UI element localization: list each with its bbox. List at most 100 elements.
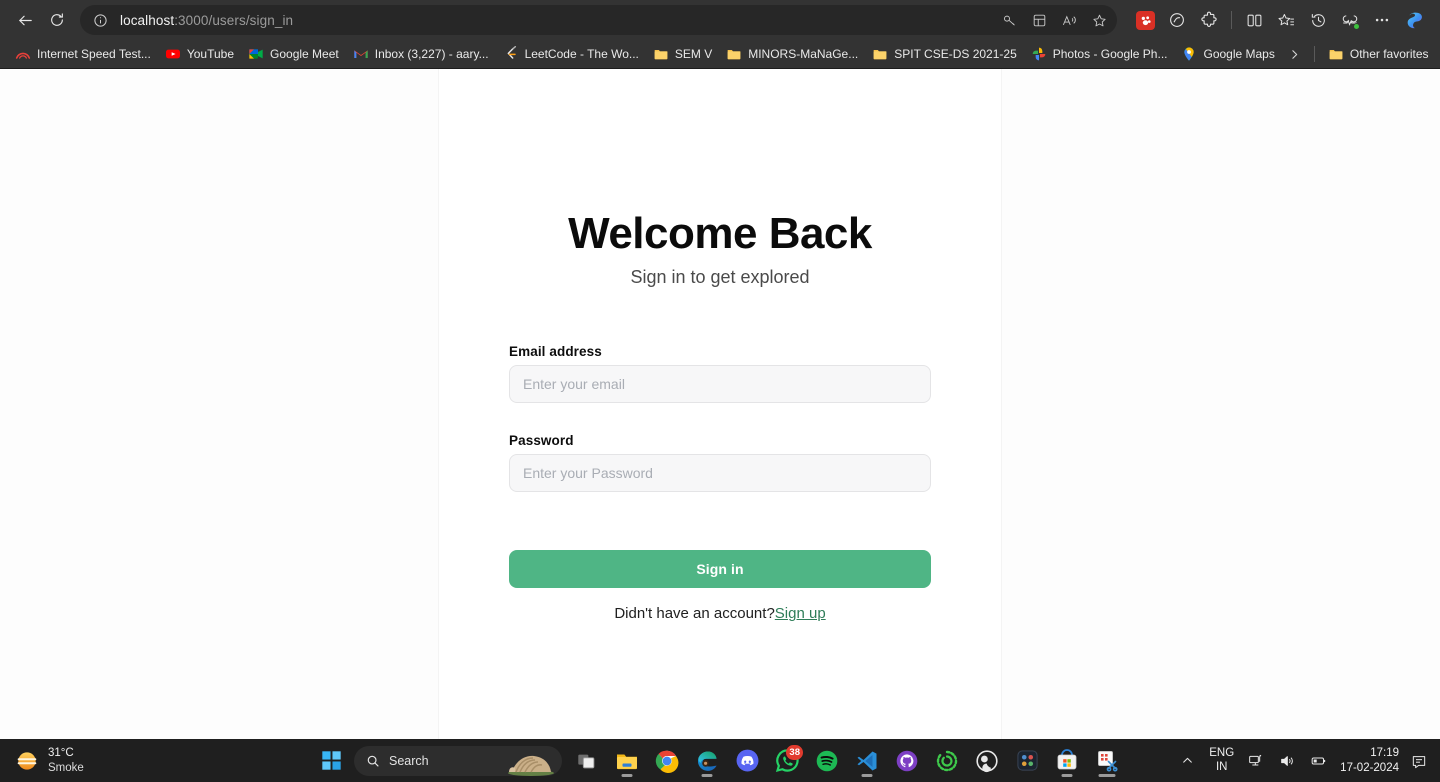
bookmark-youtube[interactable]: YouTube xyxy=(158,43,241,65)
signin-container: Welcome Back Sign in to get explored Ema… xyxy=(438,69,1002,739)
taskbar-app-icons: 38 xyxy=(570,744,1124,778)
history-icon[interactable] xyxy=(1304,6,1332,34)
browser-toolbar: localhost:3000/users/sign_in xyxy=(0,0,1440,40)
signup-prompt: Didn't have an account?Sign up xyxy=(509,605,931,622)
clock-time: 17:19 xyxy=(1370,747,1399,760)
region-code: IN xyxy=(1215,760,1228,773)
language-indicator[interactable]: ENG IN xyxy=(1207,747,1236,775)
volume-icon[interactable] xyxy=(1276,749,1298,773)
microsoft-edge-icon xyxy=(698,751,717,771)
network-icon[interactable] xyxy=(1245,749,1267,773)
running-indicator xyxy=(1061,773,1073,777)
show-hidden-icons-chevron[interactable] xyxy=(1176,749,1198,773)
search-placeholder: Search xyxy=(389,753,429,768)
leetcode-icon xyxy=(507,46,516,59)
clock[interactable]: 17:19 17-02-2024 xyxy=(1338,746,1399,775)
google-chrome-icon xyxy=(655,750,679,773)
weather-widget[interactable]: 31°C Smoke xyxy=(0,746,84,775)
snipping-tool-icon xyxy=(1098,750,1118,772)
battery-icon[interactable] xyxy=(1307,749,1329,773)
bookmark-spit-cse-ds[interactable]: SPIT CSE-DS 2021-25 xyxy=(865,43,1024,65)
split-screen-icon[interactable] xyxy=(1240,6,1268,34)
chevron-right-icon[interactable] xyxy=(1282,43,1308,65)
url-host: localhost xyxy=(120,12,175,28)
circle-extension-icon[interactable] xyxy=(1163,6,1191,34)
file-explorer-icon xyxy=(616,754,637,769)
info-circle-icon[interactable] xyxy=(88,8,112,32)
password-input[interactable] xyxy=(509,454,931,493)
key-icon[interactable] xyxy=(995,7,1023,33)
email-field-group: Email address xyxy=(509,344,931,404)
signin-form: Email address Password Sign in Didn't ha… xyxy=(509,344,931,622)
file-explorer-button[interactable] xyxy=(610,744,644,778)
address-bar-actions xyxy=(995,7,1113,33)
bookmark-leetcode[interactable]: LeetCode - The Wo... xyxy=(496,43,646,65)
davinci-resolve-icon xyxy=(1016,750,1038,771)
collections-icon[interactable] xyxy=(1025,7,1053,33)
vs-code-button[interactable] xyxy=(850,744,884,778)
bookmark-google-meet[interactable]: Google Meet xyxy=(241,43,346,65)
browser-essentials-icon[interactable] xyxy=(1336,6,1364,34)
microsoft-store-button[interactable] xyxy=(1050,744,1084,778)
notification-badge: 38 xyxy=(786,744,803,760)
taskbar-search[interactable]: Search xyxy=(354,745,562,776)
vs-code-icon xyxy=(857,751,877,770)
spotify-button[interactable] xyxy=(810,744,844,778)
other-favorites-button[interactable]: Other favorites xyxy=(1321,43,1436,65)
favorite-star-icon[interactable] xyxy=(1085,7,1113,33)
reload-button[interactable] xyxy=(42,5,72,35)
youtube-icon xyxy=(165,49,180,59)
status-dot xyxy=(1353,23,1360,30)
bookmark-label: YouTube xyxy=(186,47,235,61)
puzzle-extension-icon[interactable] xyxy=(1195,6,1223,34)
extensions-toolbar xyxy=(1125,5,1430,35)
sign-in-button[interactable]: Sign in xyxy=(509,550,931,589)
field-spacer xyxy=(509,415,931,433)
obs-studio-button[interactable] xyxy=(970,744,1004,778)
discord-button[interactable] xyxy=(730,744,764,778)
bookmark-minors-manage[interactable]: MINORS-MaNaGe... xyxy=(719,43,865,65)
bookmark-label: Internet Speed Test... xyxy=(37,47,151,61)
favorites-list-icon[interactable] xyxy=(1272,6,1300,34)
bookmark-inbox[interactable]: Inbox (3,227) - aary... xyxy=(346,43,496,65)
github-desktop-button[interactable] xyxy=(890,744,924,778)
password-field-group: Password xyxy=(509,433,931,493)
google-chrome-button[interactable] xyxy=(650,744,684,778)
password-label: Password xyxy=(509,433,574,449)
notifications-icon[interactable] xyxy=(1408,749,1430,773)
bookmark-label: Google Meet xyxy=(270,47,339,61)
weather-text: 31°C Smoke xyxy=(48,746,84,775)
bookmark-label: SPIT CSE-DS 2021-25 xyxy=(894,47,1017,61)
davinci-resolve-button[interactable] xyxy=(1010,744,1044,778)
clock-date: 17-02-2024 xyxy=(1340,761,1399,774)
settings-more-icon[interactable] xyxy=(1368,6,1396,34)
bookmark-sem-v[interactable]: SEM V xyxy=(646,43,719,65)
page-subtitle: Sign in to get explored xyxy=(630,267,810,288)
bookmark-label: SEM V xyxy=(674,47,713,61)
red-extension-icon[interactable] xyxy=(1131,6,1159,34)
copilot-icon[interactable] xyxy=(1400,5,1430,35)
obsidian-icon xyxy=(936,750,958,771)
bookmark-google-photos[interactable]: Photos - Google Ph... xyxy=(1024,43,1175,65)
system-tray: ENG IN 17:19 17-02-2024 xyxy=(1176,746,1440,775)
whatsapp-button[interactable]: 38 xyxy=(770,744,804,778)
start-button[interactable] xyxy=(316,746,346,776)
toolbar-divider xyxy=(1231,11,1232,29)
url-text[interactable]: localhost:3000/users/sign_in xyxy=(112,13,995,28)
email-input[interactable] xyxy=(509,365,931,404)
sign-up-link[interactable]: Sign up xyxy=(775,605,826,622)
page-viewport: Welcome Back Sign in to get explored Ema… xyxy=(0,68,1440,739)
bookmark-google-maps[interactable]: Google Maps xyxy=(1174,43,1281,65)
microsoft-edge-button[interactable] xyxy=(690,744,724,778)
signup-prompt-text: Didn't have an account? xyxy=(614,605,775,623)
obsidian-button[interactable] xyxy=(930,744,964,778)
google-photos-icon xyxy=(1032,47,1046,61)
address-bar[interactable]: localhost:3000/users/sign_in xyxy=(80,5,1117,35)
bookmark-internet-speed-test[interactable]: Internet Speed Test... xyxy=(8,43,158,65)
task-view-button[interactable] xyxy=(570,744,604,778)
read-aloud-icon[interactable] xyxy=(1055,7,1083,33)
snipping-tool-button[interactable] xyxy=(1090,744,1124,778)
back-button[interactable] xyxy=(10,5,40,35)
folder-icon xyxy=(727,50,741,60)
page-title: Welcome Back xyxy=(568,209,872,258)
